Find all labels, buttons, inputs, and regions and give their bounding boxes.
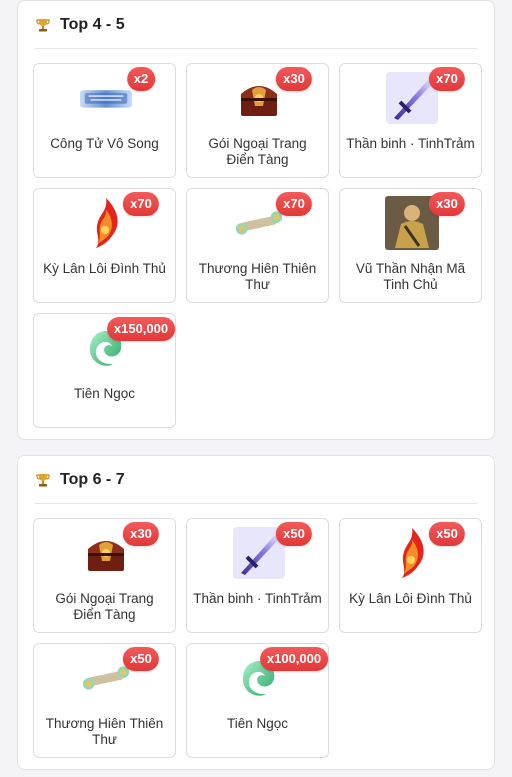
trophy-icon xyxy=(35,472,51,488)
reward-item-card[interactable]: x70 Thương Hiên Thiên Thư xyxy=(186,188,329,303)
trophy-icon xyxy=(35,17,51,33)
quantity-badge: x100,000 xyxy=(259,647,329,671)
section-header: Top 4 - 5 xyxy=(35,1,477,49)
reward-item-card[interactable]: x30 Vũ Thần Nhận Mã Tinh Chủ xyxy=(339,188,482,303)
reward-item-card[interactable]: x150,000 Tiên Ngọc xyxy=(33,313,176,428)
reward-grid: x2 Công Tử Vô Song x30 Gói Ngoại Trang Đ… xyxy=(33,63,482,428)
item-name: Thương Hiên Thiên Thư xyxy=(45,716,164,747)
reward-item-card[interactable]: x2 Công Tử Vô Song xyxy=(33,63,176,178)
reward-item-card[interactable]: x50 Thần binh · TinhTrảm xyxy=(186,518,329,633)
quantity-badge: x50 xyxy=(123,647,159,671)
quantity-badge: x50 xyxy=(276,522,312,546)
item-name: Gói Ngoại Trang Điển Tàng xyxy=(55,591,154,622)
quantity-badge: x70 xyxy=(123,192,159,216)
quantity-badge: x30 xyxy=(123,522,159,546)
section-title: Top 6 - 7 xyxy=(60,470,125,488)
quantity-badge: x30 xyxy=(429,192,465,216)
quantity-badge: x150,000 xyxy=(106,317,176,341)
reward-grid: x30 Gói Ngoại Trang Điển Tàng x50 Thần b… xyxy=(33,518,482,758)
reward-item-card[interactable]: x30 Gói Ngoại Trang Điển Tàng xyxy=(186,63,329,178)
section-header: Top 6 - 7 xyxy=(35,456,477,504)
title-banner-icon xyxy=(79,71,133,125)
reward-item-card[interactable]: x70 Thần binh · TinhTrảm xyxy=(339,63,482,178)
reward-item-card[interactable]: x70 Kỳ Lân Lôi Đình Thủ xyxy=(33,188,176,303)
quantity-badge: x70 xyxy=(429,67,465,91)
item-name: Tiên Ngọc xyxy=(226,716,289,731)
item-name: Thần binh · TinhTrảm xyxy=(193,591,322,606)
reward-item-card[interactable]: x100,000 Tiên Ngọc xyxy=(186,643,329,758)
reward-item-card[interactable]: x50 Kỳ Lân Lôi Đình Thủ xyxy=(339,518,482,633)
reward-item-card[interactable]: x30 Gói Ngoại Trang Điển Tàng xyxy=(33,518,176,633)
quantity-badge: x30 xyxy=(276,67,312,91)
item-name: Kỳ Lân Lôi Đình Thủ xyxy=(43,261,166,276)
item-name: Thương Hiên Thiên Thư xyxy=(198,261,317,292)
item-name: Gói Ngoại Trang Điển Tàng xyxy=(208,136,307,167)
section-title: Top 4 - 5 xyxy=(60,15,125,33)
quantity-badge: x70 xyxy=(276,192,312,216)
reward-item-card[interactable]: x50 Thương Hiên Thiên Thư xyxy=(33,643,176,758)
item-name: Vũ Thần Nhận Mã Tinh Chủ xyxy=(355,261,466,292)
item-name: Thần binh · TinhTrảm xyxy=(346,136,475,151)
item-name: Tiên Ngọc xyxy=(73,386,136,401)
reward-section-top-4-5: Top 4 - 5 x2 Công Tử Vô Song x30 Gói Ngo… xyxy=(17,0,495,440)
item-name: Kỳ Lân Lôi Đình Thủ xyxy=(349,591,472,606)
quantity-badge: x50 xyxy=(429,522,465,546)
reward-section-top-6-7: Top 6 - 7 x30 Gói Ngoại Trang Điển Tàng … xyxy=(17,455,495,770)
item-name: Công Tử Vô Song xyxy=(50,136,159,151)
quantity-badge: x2 xyxy=(126,67,156,91)
